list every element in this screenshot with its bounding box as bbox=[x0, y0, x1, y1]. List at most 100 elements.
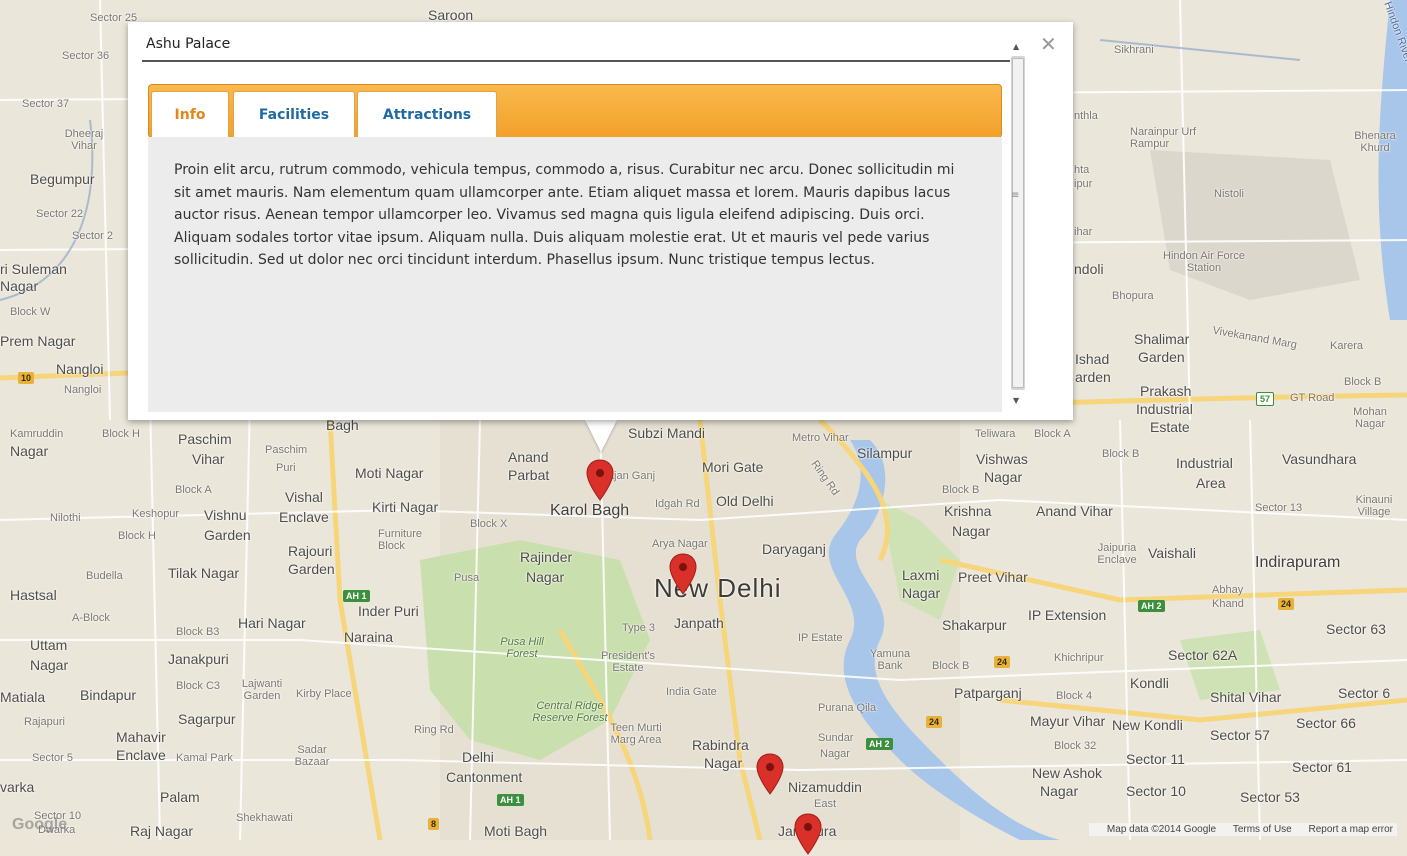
highway-shield: 24 bbox=[994, 656, 1011, 668]
scrollbar-thumb[interactable] bbox=[1012, 58, 1024, 388]
map-label: Nistoli bbox=[1214, 188, 1244, 200]
map-label: Matiala bbox=[0, 689, 46, 705]
map-label: Inder Puri bbox=[358, 603, 419, 619]
map-label: Sector 62A bbox=[1168, 647, 1238, 663]
map-label: Laxmi bbox=[902, 567, 940, 583]
map-label: hta bbox=[1074, 164, 1090, 176]
map-label: Ishad bbox=[1075, 351, 1110, 367]
map-label: Uttam bbox=[30, 637, 68, 653]
close-icon[interactable]: ✕ bbox=[1040, 32, 1057, 56]
highway-shield: 10 bbox=[18, 372, 35, 384]
map-label: Industrial bbox=[1176, 455, 1233, 471]
map-label: Keshopur bbox=[132, 508, 180, 520]
map-label: A-Block bbox=[72, 612, 110, 624]
map-label: Vishwas bbox=[976, 451, 1028, 467]
map-label: Sector 5 bbox=[32, 752, 73, 764]
map-label: Nagar bbox=[30, 657, 69, 673]
map-label: President's Estate bbox=[600, 650, 656, 675]
map-label: Puri bbox=[276, 462, 296, 474]
map-label: Anand bbox=[508, 449, 549, 465]
map-label: Garden bbox=[288, 561, 335, 577]
scroll-up-arrow-icon[interactable]: ▲ bbox=[1013, 42, 1019, 51]
map-label: Block W bbox=[10, 306, 51, 318]
map-label: Furniture Block bbox=[378, 528, 423, 553]
map-label: Nangloi bbox=[56, 361, 104, 377]
map-label: Shakarpur bbox=[942, 617, 1007, 633]
map-label: Sadar Bazaar bbox=[294, 744, 330, 769]
map-label: Indirapuram bbox=[1255, 554, 1341, 571]
highway-shield: AH 2 bbox=[1138, 600, 1165, 612]
map-label: Hindon Air Force Station bbox=[1163, 250, 1245, 275]
map-label: arden bbox=[1075, 369, 1111, 385]
map-label: Sector 37 bbox=[22, 98, 70, 110]
map-marker[interactable] bbox=[755, 752, 785, 796]
map-label: Shalimar bbox=[1134, 331, 1190, 347]
map-label: varka bbox=[0, 779, 35, 795]
map-attribution: Map data ©2014 Google Terms of Use Repor… bbox=[1088, 823, 1397, 836]
tab-attractions[interactable]: Attractions bbox=[357, 91, 497, 137]
info-description: Proin elit arcu, rutrum commodo, vehicul… bbox=[174, 162, 955, 268]
map-label: Teen Murti Marg Area bbox=[610, 722, 662, 747]
map-label: Paschim bbox=[265, 444, 308, 456]
infowindow-content: Ashu Palace Info Facilities Attractions … bbox=[142, 34, 1010, 412]
map-label: Krishna bbox=[944, 503, 992, 519]
map-data-credit: Map data ©2014 Google bbox=[1106, 824, 1217, 835]
map-label: Sector 10 bbox=[1126, 783, 1186, 799]
highway-shield: AH 1 bbox=[343, 590, 370, 602]
map-label: Paschim bbox=[178, 431, 232, 447]
map-label: Khichripur bbox=[1054, 652, 1104, 664]
map-label: Purana Qila bbox=[818, 702, 877, 714]
map-label: Enclave bbox=[116, 747, 166, 763]
map-label: Enclave bbox=[279, 509, 329, 525]
map-label: East bbox=[814, 798, 837, 810]
map-label: Silampur bbox=[857, 445, 913, 461]
map-label: Subzi Mandi bbox=[628, 425, 706, 441]
map-label: Rajapuri bbox=[24, 716, 65, 728]
map-label: Kamal Park bbox=[176, 752, 233, 764]
map-label: Sector 13 bbox=[1255, 502, 1303, 514]
map-marker[interactable] bbox=[793, 812, 823, 856]
map-label: Dheeraj Vihar bbox=[64, 128, 104, 153]
map-label: Vishnu bbox=[204, 507, 247, 523]
map-label: Nizamuddin bbox=[788, 779, 862, 795]
map-label: Sector 53 bbox=[1240, 789, 1300, 805]
map-label: Nagar bbox=[820, 748, 850, 760]
map-label: Sikhrani bbox=[1114, 44, 1154, 56]
map-label: Sector 36 bbox=[62, 50, 110, 62]
map-marker[interactable] bbox=[668, 552, 698, 596]
tab-bar: Info Facilities Attractions bbox=[148, 84, 1002, 138]
map-label: Industrial bbox=[1136, 401, 1193, 417]
map-marker[interactable] bbox=[585, 458, 615, 502]
scroll-down-arrow-icon[interactable]: ▼ bbox=[1013, 396, 1019, 405]
map-label: nthla bbox=[1074, 110, 1098, 122]
map-label: Hari Nagar bbox=[238, 615, 306, 631]
highway-shield: 24 bbox=[1278, 598, 1295, 610]
map-label: Moti Nagar bbox=[355, 465, 424, 481]
map-label: Bagh bbox=[326, 417, 359, 433]
map-label: Jaipuria Enclave bbox=[1097, 542, 1137, 567]
map-label: Abhay bbox=[1212, 584, 1244, 596]
scrollbar[interactable]: ▲ ≡ ▼ bbox=[1008, 34, 1028, 412]
highway-shield: 24 bbox=[926, 716, 943, 728]
map-label: Arya Nagar bbox=[652, 538, 708, 550]
tab-info[interactable]: Info bbox=[151, 91, 229, 137]
map-label: IP Estate bbox=[798, 632, 843, 644]
map-label: Nagar bbox=[902, 585, 941, 601]
terms-link[interactable]: Terms of Use bbox=[1233, 824, 1292, 835]
map-label: Naraina bbox=[344, 629, 394, 645]
map-label: Garden bbox=[1138, 349, 1185, 365]
map-label: Block A bbox=[1034, 428, 1071, 440]
map-label: Karol Bagh bbox=[550, 502, 630, 519]
map-label: Teliwara bbox=[975, 428, 1016, 440]
map-label: Lajwanti Garden bbox=[241, 678, 283, 703]
map-label: Block H bbox=[102, 428, 140, 440]
map-label: Type 3 bbox=[622, 622, 656, 634]
map-label: Patparganj bbox=[954, 685, 1022, 701]
map-label: Nagar bbox=[952, 523, 991, 539]
map-label: Nagar bbox=[1040, 783, 1079, 799]
tab-facilities[interactable]: Facilities bbox=[233, 91, 355, 137]
map-label: Block B bbox=[1344, 376, 1382, 388]
map-label: Nagar bbox=[704, 755, 743, 771]
report-error-link[interactable]: Report a map error bbox=[1309, 824, 1393, 835]
map-label: India Gate bbox=[666, 686, 717, 698]
